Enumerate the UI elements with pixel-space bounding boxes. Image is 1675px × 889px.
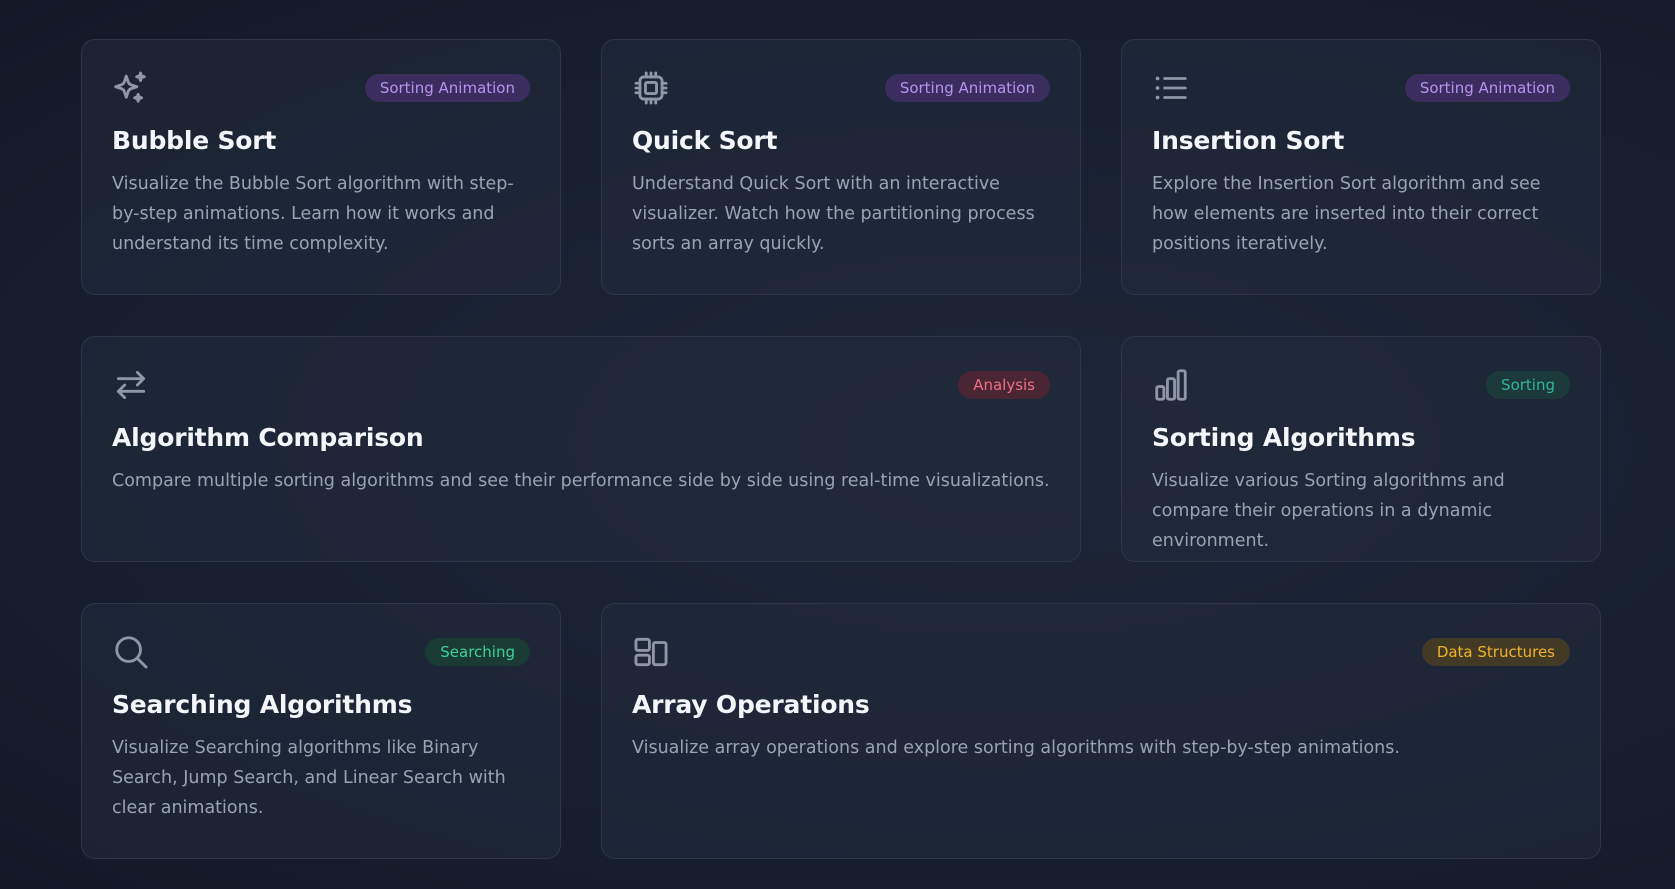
category-badge: Sorting Animation	[364, 74, 530, 102]
category-badge: Sorting Animation	[1404, 74, 1570, 102]
card-bubble-sort[interactable]: Sorting Animation Bubble Sort Visualize …	[81, 39, 561, 295]
card-insertion-sort[interactable]: Sorting Animation Insertion Sort Explore…	[1121, 39, 1601, 295]
card-searching-algorithms[interactable]: Searching Searching Algorithms Visualize…	[81, 603, 561, 859]
card-title: Searching Algorithms	[112, 690, 413, 719]
category-badge: Searching	[425, 638, 530, 666]
category-badge: Analysis	[958, 371, 1050, 399]
card-description: Compare multiple sorting algorithms and …	[112, 471, 1050, 491]
card-title: Array Operations	[632, 690, 870, 719]
card-description: Visualize various Sorting algorithms and…	[1152, 471, 1505, 551]
arrows-swap-icon	[112, 365, 152, 405]
layout-blocks-icon	[632, 632, 672, 672]
list-icon	[1152, 68, 1192, 108]
card-quick-sort[interactable]: Sorting Animation Quick Sort Understand …	[601, 39, 1081, 295]
card-sorting-algorithms[interactable]: Sorting Sorting Algorithms Visualize var…	[1121, 336, 1601, 562]
category-badge: Sorting	[1486, 371, 1570, 399]
card-title: Insertion Sort	[1152, 126, 1345, 155]
bar-chart-icon	[1152, 365, 1192, 405]
card-algorithm-comparison[interactable]: Analysis Algorithm Comparison Compare mu…	[81, 336, 1081, 562]
card-description: Visualize array operations and explore s…	[632, 738, 1400, 758]
category-badge: Sorting Animation	[884, 74, 1050, 102]
card-array-operations[interactable]: Data Structures Array Operations Visuali…	[601, 603, 1601, 859]
cpu-chip-icon	[632, 68, 672, 108]
card-description: Visualize Searching algorithms like Bina…	[112, 738, 506, 818]
card-title: Quick Sort	[632, 126, 778, 155]
card-title: Algorithm Comparison	[112, 423, 424, 452]
category-badge: Data Structures	[1421, 638, 1570, 666]
sparkles-icon	[112, 68, 152, 108]
search-icon	[112, 632, 152, 672]
card-description: Explore the Insertion Sort algorithm and…	[1152, 174, 1541, 254]
card-title: Sorting Algorithms	[1152, 423, 1416, 452]
card-description: Visualize the Bubble Sort algorithm with…	[112, 174, 514, 254]
card-title: Bubble Sort	[112, 126, 277, 155]
card-description: Understand Quick Sort with an interactiv…	[632, 174, 1035, 254]
algorithm-card-grid: Sorting Animation Bubble Sort Visualize …	[81, 39, 1602, 859]
